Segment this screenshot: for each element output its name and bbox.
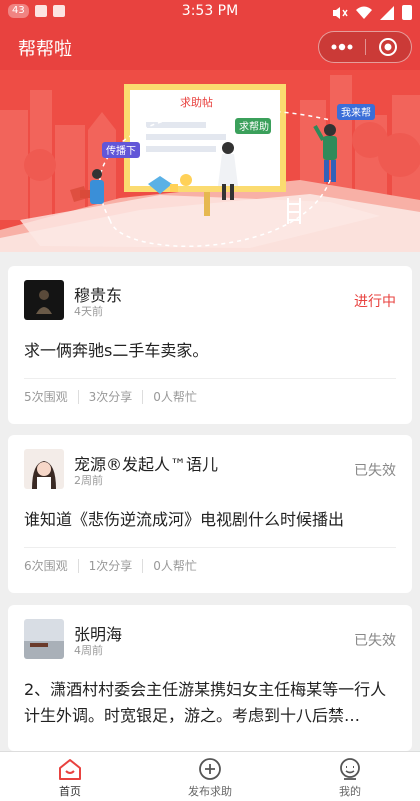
helpers-count: 0人帮忙	[142, 390, 207, 404]
bubble-ill-help: 我来帮	[341, 107, 371, 119]
wifi-icon	[356, 6, 372, 19]
views-count: 5次围观	[24, 390, 68, 404]
target-icon	[379, 38, 398, 56]
title-bar: 帮帮啦	[0, 24, 420, 70]
post-card[interactable]: 穆贵东 4天前 进行中 求一俩奔驰s二手车卖家。 5次围观 3次分享 0人帮忙	[8, 266, 412, 424]
post-status-badge: 已失效	[354, 633, 396, 649]
helpers-count: 0人帮忙	[142, 559, 207, 573]
profile-icon	[340, 758, 360, 780]
post-content[interactable]: 谁知道《悲伤逆流成河》电视剧什么时候播出	[24, 507, 396, 533]
signal-icon	[380, 5, 394, 20]
avatar	[24, 280, 64, 320]
shares-count: 1次分享	[77, 559, 143, 573]
post-stats: 5次围观 3次分享 0人帮忙	[24, 390, 207, 404]
tab-mine[interactable]: 我的	[280, 752, 420, 801]
tab-label: 我的	[339, 785, 361, 798]
app-title: 帮帮啦	[18, 39, 72, 60]
post-time: 2周前	[74, 474, 103, 487]
avatar	[24, 449, 64, 489]
bubble-help: 求帮助	[239, 120, 269, 133]
add-circle-icon	[199, 758, 221, 780]
bubble-spread: 传播下	[106, 144, 136, 157]
bottom-tab-bar: 首页 发布求助 我的	[0, 751, 420, 801]
mini-program-capsule	[318, 31, 412, 63]
tab-home[interactable]: 首页	[0, 752, 140, 801]
post-time: 4周前	[74, 644, 103, 657]
close-button[interactable]	[366, 32, 412, 62]
shares-count: 3次分享	[77, 390, 143, 404]
post-status-badge: 已失效	[354, 463, 396, 479]
divider	[24, 547, 396, 548]
post-time: 4天前	[74, 305, 103, 318]
tab-label: 首页	[59, 785, 81, 798]
mute-icon	[333, 6, 348, 19]
tab-label: 发布求助	[188, 785, 232, 798]
post-content[interactable]: 求一俩奔驰s二手车卖家。	[24, 338, 396, 364]
avatar	[24, 619, 64, 659]
post-card[interactable]: 宠源®发起人™语儿 2周前 已失效 谁知道《悲伤逆流成河》电视剧什么时候播出 6…	[8, 435, 412, 593]
status-bar: 43 3:53 PM	[0, 0, 420, 24]
post-content[interactable]: 2、潇酒村村委会主任游某携妇女主任梅某等一行人计生外调。时宽银足，游之。考虑到十…	[24, 677, 396, 729]
home-icon	[59, 759, 81, 780]
divider	[24, 378, 396, 379]
views-count: 6次围观	[24, 559, 68, 573]
post-status-badge: 进行中	[354, 294, 396, 310]
more-dots-icon	[331, 43, 353, 51]
post-card[interactable]: 张明海 4周前 已失效 2、潇酒村村委会主任游某携妇女主任梅某等一行人计生外调。…	[8, 605, 412, 751]
post-stats: 6次围观 1次分享 0人帮忙	[24, 559, 207, 573]
hero-banner[interactable]: 求助帖 求帮助 传播下 我来帮	[0, 70, 420, 252]
more-button[interactable]	[319, 32, 365, 62]
banner-illustration: 求助帖 求帮助 传播下 我来帮	[0, 70, 420, 252]
tab-publish[interactable]: 发布求助	[140, 752, 280, 801]
battery-icon	[402, 5, 412, 20]
board-title: 求助帖	[180, 95, 213, 109]
